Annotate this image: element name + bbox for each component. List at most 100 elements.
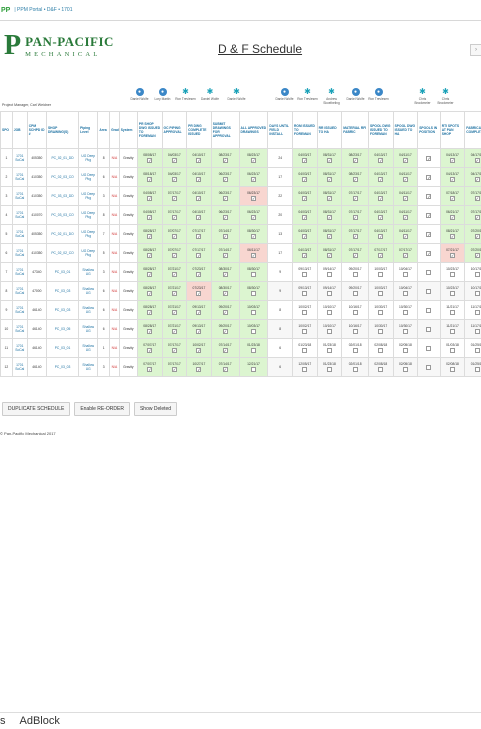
- date-cell[interactable]: 07/17/17✓: [368, 243, 394, 263]
- status-checkbox[interactable]: [352, 291, 358, 296]
- table-row[interactable]: 9 1701 SoCal 46140 PC_03_03 Shallow UG 6 N/A Gr…: [0, 300, 481, 320]
- date-cell[interactable]: 06/23/17 ✓: [238, 205, 269, 225]
- date-cell[interactable]: 04/17/17✓: [464, 148, 481, 168]
- status-checkbox[interactable]: ✓: [147, 367, 153, 372]
- column-header[interactable]: SPOOL DWG ISSUED TO HA: [392, 111, 419, 149]
- status-checkbox[interactable]: ✓: [171, 329, 177, 334]
- status-checkbox[interactable]: [426, 289, 432, 294]
- status-checkbox[interactable]: ✓: [222, 310, 228, 315]
- status-checkbox[interactable]: [326, 291, 332, 296]
- status-checkbox[interactable]: ✓: [147, 196, 153, 201]
- status-checkbox[interactable]: ✓: [326, 253, 332, 258]
- date-cell[interactable]: 08/30/17: [238, 281, 269, 301]
- status-checkbox[interactable]: ✓: [222, 329, 228, 334]
- date-cell[interactable]: 08/21/17 ✓: [439, 224, 466, 244]
- table-row[interactable]: 7 1701 SoCal 47340 PC_03_01 Shallow UG 3 N/A Gr…: [0, 262, 481, 282]
- date-cell[interactable]: 08/23/17 ✓: [238, 148, 269, 168]
- date-cell[interactable]: [417, 319, 441, 339]
- status-checkbox[interactable]: [378, 291, 384, 296]
- cell-job[interactable]: 1701 SoCal: [11, 357, 28, 377]
- date-cell[interactable]: 10/30/17: [368, 319, 394, 339]
- table-row[interactable]: 12 1701 SoCal 46140 PC_03_03 Shallow UG 3 N/A G…: [0, 357, 481, 377]
- column-header[interactable]: SUBMIT DRAWINGS FOR APPROVAL: [210, 111, 240, 149]
- date-cell[interactable]: 07/17/17✓: [464, 186, 481, 206]
- status-checkbox[interactable]: ✓: [352, 158, 358, 163]
- cell-dwg[interactable]: PC_03_03_DD: [45, 186, 80, 206]
- date-cell[interactable]: 04/13/17 ✓: [368, 148, 394, 168]
- status-checkbox[interactable]: ✓: [326, 177, 332, 182]
- date-cell[interactable]: 10/04/17: [392, 262, 419, 282]
- status-checkbox[interactable]: ✓: [474, 215, 480, 220]
- date-cell[interactable]: 02/01/18: [341, 357, 369, 377]
- date-cell[interactable]: 06/21/17 ✓: [439, 205, 466, 225]
- status-checkbox[interactable]: ✓: [302, 177, 308, 182]
- date-cell[interactable]: 06/23/17 ✓: [210, 205, 240, 225]
- status-checkbox[interactable]: [352, 329, 358, 334]
- date-cell[interactable]: 08/31/17 ✓: [316, 243, 343, 263]
- status-checkbox[interactable]: [474, 348, 480, 353]
- date-cell[interactable]: 10/23/17: [439, 262, 466, 282]
- status-checkbox[interactable]: ✓: [302, 215, 308, 220]
- status-checkbox[interactable]: ✓: [222, 348, 228, 353]
- days-until-install-cell[interactable]: 6: [267, 357, 294, 377]
- status-checkbox[interactable]: [352, 310, 358, 315]
- date-cell[interactable]: 09/14/17: [316, 262, 343, 282]
- status-checkbox[interactable]: ✓: [147, 329, 153, 334]
- days-until-install-cell[interactable]: 22: [267, 186, 294, 206]
- status-checkbox[interactable]: ✓: [326, 158, 332, 163]
- status-checkbox[interactable]: [302, 310, 308, 315]
- status-checkbox[interactable]: ✓: [302, 253, 308, 258]
- status-checkbox[interactable]: ✓: [147, 253, 153, 258]
- date-cell[interactable]: ✓: [417, 186, 441, 206]
- date-cell[interactable]: 06/23/17 ✓: [210, 167, 240, 187]
- column-header[interactable]: FABRICATION COMPLETE: [464, 111, 481, 149]
- date-cell[interactable]: 07/17/17✓: [186, 224, 212, 244]
- table-row[interactable]: 6 1701 SoCal 410350 PC_02_02_CO UG Deep Pkg 5…: [0, 243, 481, 263]
- days-until-install-cell[interactable]: 8: [267, 300, 294, 320]
- status-checkbox[interactable]: ✓: [147, 272, 153, 277]
- date-cell[interactable]: 04/10/17 ✓: [186, 205, 212, 225]
- status-checkbox[interactable]: ✓: [352, 234, 358, 239]
- status-checkbox[interactable]: [302, 329, 308, 334]
- column-header[interactable]: Piping Level: [78, 111, 99, 149]
- cell-dwg[interactable]: PC_03_03: [45, 300, 80, 320]
- status-checkbox[interactable]: ✓: [222, 177, 228, 182]
- date-cell[interactable]: 04/11/17 ✓: [392, 205, 419, 225]
- status-checkbox[interactable]: ✓: [474, 234, 480, 239]
- date-cell[interactable]: 08/30/17 ✓: [210, 262, 240, 282]
- status-checkbox[interactable]: [326, 310, 332, 315]
- status-checkbox[interactable]: ✓: [196, 329, 202, 334]
- date-cell[interactable]: 08/18/17 ✓: [136, 167, 163, 187]
- date-cell[interactable]: 04/03/17 ✓: [292, 148, 318, 168]
- status-checkbox[interactable]: ✓: [378, 158, 384, 163]
- date-cell[interactable]: 07/14/17 ✓: [210, 243, 240, 263]
- status-checkbox[interactable]: ✓: [402, 196, 408, 201]
- cell-job[interactable]: 1701 SoCal: [11, 281, 28, 301]
- status-checkbox[interactable]: ✓: [250, 234, 256, 239]
- status-checkbox[interactable]: [378, 329, 384, 334]
- date-cell[interactable]: 12/21/17: [238, 357, 269, 377]
- date-cell[interactable]: 07/17/17✓: [161, 357, 188, 377]
- column-header[interactable]: System: [118, 111, 138, 149]
- cell-dwg[interactable]: PC_03_01: [45, 338, 80, 358]
- status-checkbox[interactable]: ✓: [196, 158, 202, 163]
- column-header[interactable]: SPOOL DWG ISSUED TO FOREMAN: [368, 111, 394, 149]
- status-checkbox[interactable]: [449, 310, 455, 315]
- cell-job[interactable]: 1701 SoCal: [11, 319, 28, 339]
- date-cell[interactable]: 04/11/17 ✓: [392, 224, 419, 244]
- date-cell[interactable]: 07/18/17 ✓: [439, 186, 466, 206]
- date-cell[interactable]: ✓: [417, 224, 441, 244]
- status-checkbox[interactable]: ✓: [171, 196, 177, 201]
- status-checkbox[interactable]: [326, 348, 332, 353]
- date-cell[interactable]: ✓: [417, 205, 441, 225]
- date-cell[interactable]: 11/21/17: [439, 319, 466, 339]
- date-cell[interactable]: 01/23/18: [316, 338, 343, 358]
- cell-dwg[interactable]: PC_03_03: [45, 281, 80, 301]
- date-cell[interactable]: 09/20/17: [341, 281, 369, 301]
- status-checkbox[interactable]: ✓: [426, 194, 432, 199]
- status-checkbox[interactable]: ✓: [171, 367, 177, 372]
- column-header[interactable]: RTI SPOTS AT PAN SHOP: [439, 111, 466, 149]
- status-checkbox[interactable]: ✓: [449, 158, 455, 163]
- date-cell[interactable]: 09/20/17 ✓: [210, 300, 240, 320]
- date-cell[interactable]: 08/23/17 ✓: [341, 167, 369, 187]
